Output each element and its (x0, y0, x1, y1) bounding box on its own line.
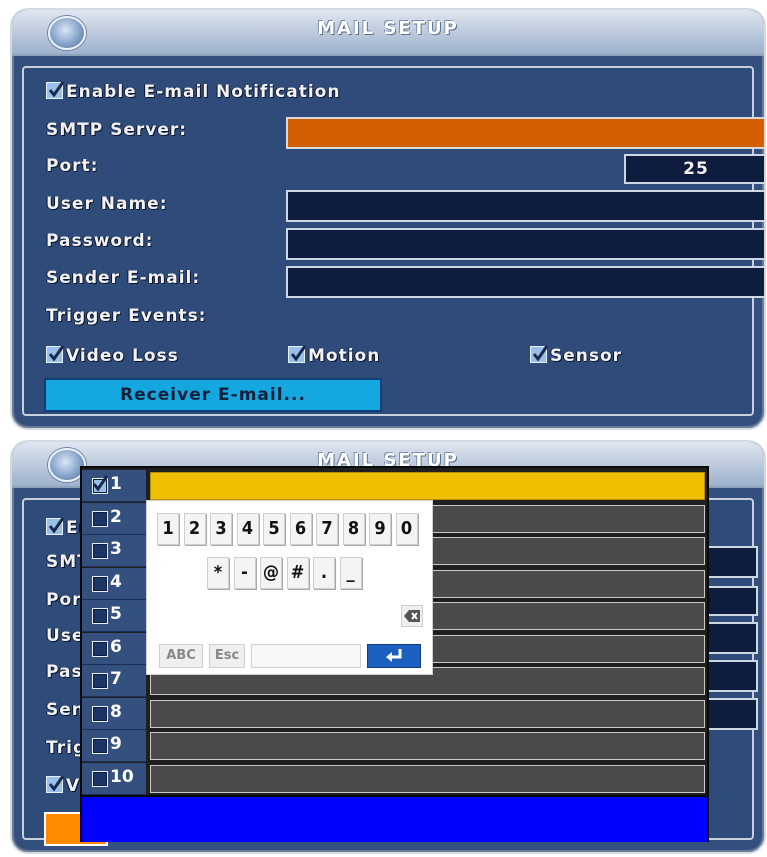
receiver-row: 10 (82, 762, 707, 795)
user-name-label: User Name: (46, 194, 168, 214)
password-input-background (704, 660, 758, 692)
checkbox-unchecked-icon[interactable] (92, 738, 108, 754)
port-label: Port: (46, 156, 99, 176)
motion-label: Motion (308, 346, 381, 366)
checkbox-unchecked-icon[interactable] (92, 575, 108, 592)
enter-icon (386, 649, 402, 662)
password-input[interactable] (286, 228, 764, 260)
checkbox-checked-icon[interactable] (530, 345, 548, 363)
digit-key[interactable]: 8 (342, 513, 365, 545)
enter-key[interactable] (367, 644, 421, 668)
settings-form: Enable E-mail Notification SMTP Server: … (22, 66, 764, 416)
receiver-row-header: 9 (82, 730, 146, 762)
digit-key[interactable]: 5 (263, 513, 285, 545)
trigger-video-loss[interactable]: Video Loss (46, 345, 179, 366)
receiver-number: 1 (110, 474, 122, 494)
digit-key[interactable]: 6 (289, 513, 312, 545)
digit-key[interactable]: 7 (316, 513, 338, 545)
digit-key[interactable]: 9 (369, 513, 391, 545)
receiver-row: 8 (82, 697, 707, 730)
receiver-row-header: 4 (82, 567, 146, 600)
checkbox-checked-icon[interactable] (46, 345, 64, 363)
receiver-row-header: 3 (82, 535, 146, 567)
esc-key[interactable]: Esc (209, 644, 245, 668)
trigger-motion[interactable]: Motion (288, 345, 381, 366)
smtp-server-input[interactable] (286, 117, 764, 149)
receiver-row-header: 7 (82, 665, 146, 697)
receiver-number: 9 (110, 734, 122, 754)
sender-email-input[interactable] (286, 266, 764, 298)
receiver-row-header: 10 (82, 762, 146, 795)
receiver-email-input[interactable] (150, 699, 705, 728)
port-input-background (704, 586, 758, 616)
receiver-row: 9 (82, 730, 707, 762)
title-bar: MAIL SETUP (12, 10, 764, 56)
checkbox-unchecked-icon[interactable] (92, 673, 108, 689)
sender-input-background (704, 698, 758, 730)
receiver-row-header: 2 (82, 502, 146, 535)
receiver-number: 10 (110, 766, 134, 787)
checkbox-checked-icon[interactable] (288, 345, 306, 363)
dialog-title: MAIL SETUP (317, 18, 459, 39)
symbol-key[interactable]: @ (260, 557, 282, 589)
checkbox-unchecked-icon[interactable] (92, 608, 108, 624)
virtual-keypad: 1234567890 * - @ #. _ ABC Esc (146, 500, 433, 675)
trigger-events-label: Trigger Events: (46, 306, 207, 326)
sensor-label: Sensor (550, 346, 623, 366)
digit-key[interactable]: 3 (210, 513, 232, 545)
receiver-row-header: 5 (82, 600, 146, 632)
digit-key[interactable]: 1 (157, 513, 179, 545)
port-input[interactable]: 25 (624, 154, 764, 184)
user-name-input[interactable] (286, 190, 764, 222)
receiver-row: 1 (82, 470, 707, 502)
backspace-icon (404, 610, 420, 622)
receiver-footer-bar (82, 795, 707, 842)
checkbox-checked-icon[interactable] (46, 81, 64, 99)
symbol-key[interactable]: _ (339, 557, 362, 589)
abc-key[interactable]: ABC (159, 644, 203, 668)
video-loss-label: Video Loss (66, 346, 179, 366)
receiver-row-header: 8 (82, 697, 146, 730)
sender-email-label: Sender E-mail: (46, 268, 201, 288)
symbol-key[interactable]: # (286, 557, 309, 589)
receiver-number: 5 (110, 604, 122, 624)
symbol-key[interactable]: - (233, 557, 256, 589)
keypad-text-input[interactable] (251, 644, 361, 668)
smtp-server-label: SMTP Server: (46, 120, 188, 140)
checkbox-checked-icon[interactable] (92, 475, 108, 494)
receiver-email-input[interactable] (150, 764, 705, 793)
receiver-email-input[interactable] (150, 472, 705, 500)
enable-notification-row[interactable]: Enable E-mail Notification (46, 81, 341, 102)
digit-key[interactable]: 4 (236, 513, 259, 545)
digit-key[interactable]: 2 (183, 513, 206, 545)
trigger-sensor[interactable]: Sensor (530, 345, 623, 366)
checkbox-checked-icon (46, 517, 64, 535)
digit-key[interactable]: 0 (395, 513, 418, 545)
receiver-number: 2 (110, 506, 122, 527)
backspace-key[interactable] (401, 605, 423, 627)
receiver-email-input[interactable] (150, 732, 705, 760)
receiver-email-button[interactable]: Receiver E-mail... (44, 378, 382, 412)
mail-setup-dialog: MAIL SETUP Enable E-mail Notification SM… (10, 8, 766, 430)
checkbox-unchecked-icon[interactable] (92, 705, 108, 722)
receiver-number: 6 (110, 636, 122, 657)
receiver-number: 3 (110, 539, 122, 559)
receiver-row-header: 6 (82, 632, 146, 665)
checkbox-unchecked-icon[interactable] (92, 543, 108, 559)
receiver-number: 4 (110, 571, 122, 592)
receiver-row-header: 1 (82, 470, 146, 502)
checkbox-unchecked-icon[interactable] (92, 510, 108, 527)
checkbox-checked-icon (46, 775, 64, 793)
symbol-key[interactable]: * (207, 557, 229, 589)
smtp-input-background (704, 546, 758, 578)
checkbox-unchecked-icon[interactable] (92, 640, 108, 657)
receiver-number: 7 (110, 669, 122, 689)
user-input-background (704, 622, 758, 654)
checkbox-unchecked-icon[interactable] (92, 770, 108, 787)
receiver-number: 8 (110, 701, 122, 722)
enable-notification-label: Enable E-mail Notification (66, 82, 341, 102)
password-label: Password: (46, 231, 154, 251)
symbol-key[interactable]: . (313, 557, 335, 589)
